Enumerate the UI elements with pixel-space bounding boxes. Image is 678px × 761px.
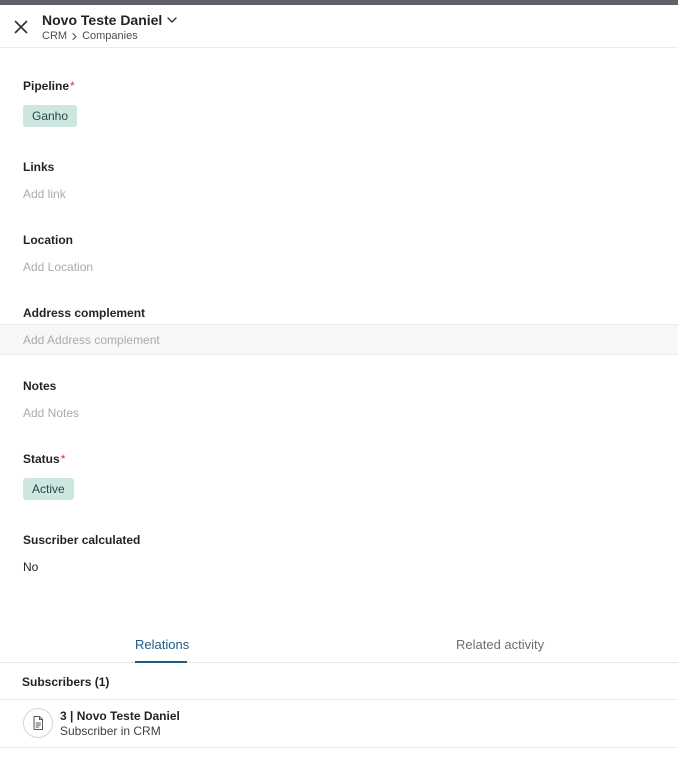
tab-relations[interactable]: Relations — [135, 637, 189, 653]
subscribers-section-title: Subscribers (1) — [22, 675, 110, 689]
subscriber-calculated-value: No — [23, 560, 39, 574]
pipeline-label: Pipeline* — [23, 79, 75, 93]
notes-label: Notes — [23, 379, 57, 393]
status-label: Status* — [23, 452, 65, 466]
tab-bar: Relations Related activity — [0, 631, 678, 663]
document-icon — [33, 716, 43, 730]
record-title: 3 | Novo Teste Daniel — [60, 709, 180, 723]
links-label: Links — [23, 160, 55, 174]
tab-related-activity[interactable]: Related activity — [456, 637, 544, 653]
status-label-text: Status — [23, 452, 60, 466]
list-item[interactable]: 3 | Novo Teste Daniel Subscriber in CRM — [0, 700, 678, 748]
record-subtitle: Subscriber in CRM — [60, 724, 161, 738]
panel-header: Novo Teste Daniel CRM Companies — [0, 5, 678, 48]
active-tab-indicator — [135, 661, 187, 663]
required-mark: * — [70, 79, 75, 93]
status-value-chip[interactable]: Active — [23, 478, 74, 500]
breadcrumb-companies[interactable]: Companies — [82, 30, 138, 42]
chevron-right-icon — [72, 32, 77, 40]
subscriber-calculated-label: Suscriber calculated — [23, 533, 141, 547]
location-input[interactable]: Add Location — [23, 260, 93, 274]
address-complement-label: Address complement — [23, 306, 146, 320]
notes-input[interactable]: Add Notes — [23, 406, 79, 420]
address-complement-input[interactable]: Add Address complement — [23, 333, 160, 347]
close-button[interactable] — [11, 17, 31, 37]
record-panel: Novo Teste Daniel CRM Companies Pipeline… — [0, 5, 678, 761]
record-avatar — [23, 708, 53, 738]
breadcrumb: CRM Companies — [42, 30, 138, 42]
location-label: Location — [23, 233, 73, 247]
links-input[interactable]: Add link — [23, 187, 66, 201]
page-title: Novo Teste Daniel — [42, 12, 163, 28]
chevron-down-icon[interactable] — [166, 14, 178, 26]
breadcrumb-crm[interactable]: CRM — [42, 30, 67, 42]
pipeline-label-text: Pipeline — [23, 79, 70, 93]
title-row: Novo Teste Daniel — [42, 12, 178, 28]
close-icon — [14, 20, 28, 34]
pipeline-value-chip[interactable]: Ganho — [23, 105, 78, 127]
required-mark: * — [60, 452, 66, 466]
